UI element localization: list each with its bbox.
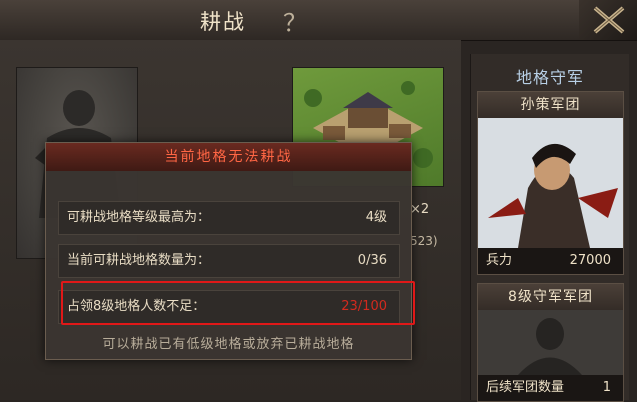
max-level-row: 可耕战地格等级最高为： 4级 [58, 201, 400, 235]
max-level-value: 4级 [365, 210, 387, 225]
page-title: 耕战 [200, 10, 246, 34]
remaining-legions-label: 后续军团数量 [486, 380, 565, 395]
cannot-farm-dialog: 当前地格无法耕战 可耕战地格等级最高为： 4级 当前可耕战地格数量为： 0/36… [45, 142, 412, 360]
dialog-hint: 可以耕战已有低级地格或放弃已耕战地格 [102, 337, 355, 352]
partial-count-text: 523) [410, 234, 438, 248]
max-level-label: 可耕战地格等级最高为： [67, 210, 211, 225]
warrior-portrait-icon [478, 118, 623, 248]
silhouette-icon [478, 310, 623, 375]
garrison-card-level8[interactable]: 8级守军军团 后续军团数量 1 [477, 283, 624, 402]
farmable-count-row: 当前可耕战地格数量为： 0/36 [58, 244, 400, 278]
top-bar: 耕战 ？ [0, 0, 637, 41]
garrison-panel-title: 地格守军 [515, 68, 584, 87]
close-button[interactable] [579, 0, 637, 40]
help-icon[interactable]: ？ [283, 3, 307, 38]
multiplier-text: ×2 [410, 202, 430, 217]
garrison-card-footer: 后续军团数量 1 [478, 375, 623, 401]
farmable-count-label: 当前可耕战地格数量为： [67, 253, 211, 268]
close-icon [593, 6, 625, 34]
garrison-panel: 地格守军 孙策军团 兵力 27000 8级守军军团 后续军团数量 1 [470, 54, 629, 402]
garrison-card-title: 孙策军团 [478, 92, 623, 118]
remaining-legions-value: 1 [602, 380, 611, 395]
troop-value: 27000 [569, 253, 611, 268]
farmable-count-value: 0/36 [357, 253, 387, 268]
garrison-card-title: 8级守军军团 [478, 284, 623, 310]
garrison-card-sunce[interactable]: 孙策军团 兵力 27000 [477, 91, 624, 275]
troop-label: 兵力 [486, 253, 513, 268]
dialog-title: 当前地格无法耕战 [46, 143, 411, 171]
garrison-card-footer: 兵力 27000 [478, 248, 623, 274]
highlight-box [61, 281, 415, 325]
